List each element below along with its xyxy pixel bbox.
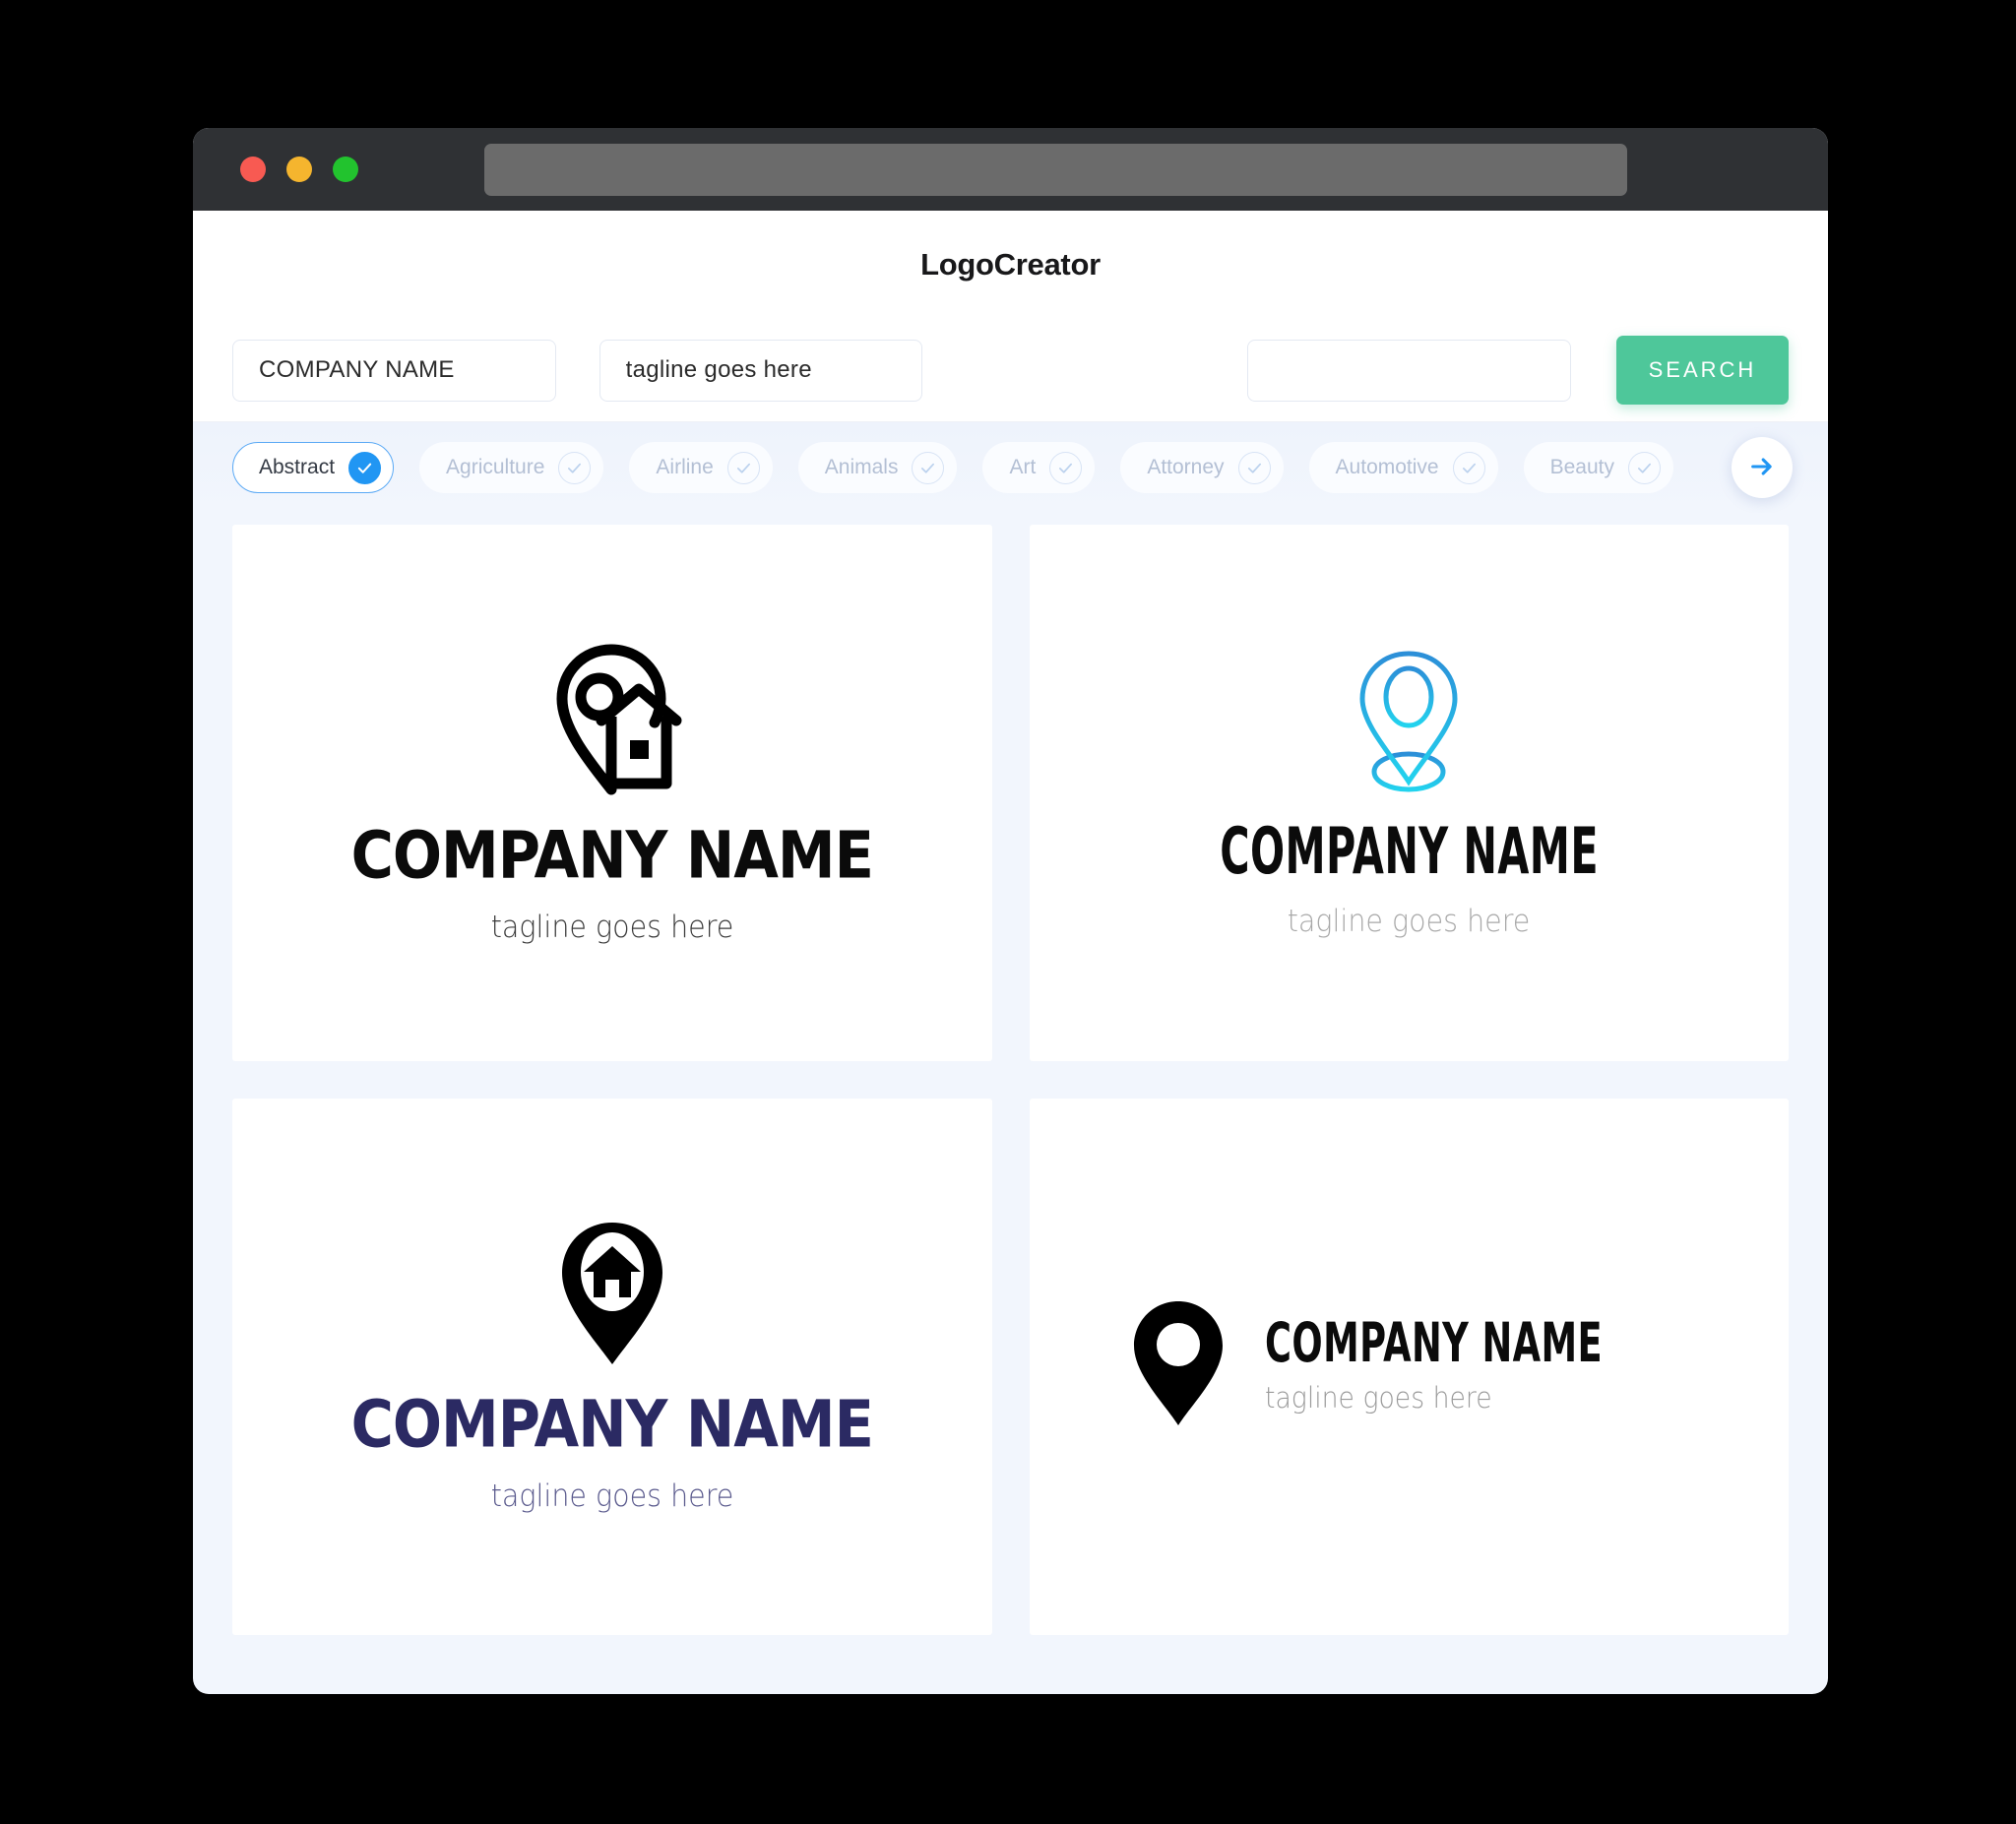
check-icon [726, 451, 760, 484]
check-icon [1237, 451, 1271, 484]
page-title: LogoCreator [920, 247, 1101, 282]
logo-card[interactable]: COMPANY NAME tagline goes here [232, 1099, 992, 1635]
check-icon [558, 451, 592, 484]
map-pin-house-solid-icon [558, 1221, 666, 1373]
category-label: Art [1009, 456, 1037, 478]
logo-company-name: COMPANY NAME [1264, 1310, 1603, 1374]
logo-card[interactable]: COMPANY NAME tagline goes here [232, 525, 992, 1061]
logo-preview: COMPANY NAME tagline goes here [350, 1221, 874, 1514]
browser-titlebar [193, 128, 1828, 211]
logo-tagline: tagline goes here [490, 1478, 734, 1514]
minimize-window-button[interactable] [286, 157, 312, 182]
address-bar[interactable] [484, 143, 1627, 196]
logo-tagline: tagline goes here [1287, 903, 1531, 939]
logo-text-block: COMPANY NAME tagline goes here [1264, 1315, 1687, 1415]
category-chip-airline[interactable]: Airline [629, 442, 773, 493]
map-pin-outline-gradient-icon [1349, 648, 1469, 802]
check-icon [1628, 451, 1661, 484]
category-label: Abstract [259, 456, 336, 478]
search-button[interactable]: SEARCH [1615, 336, 1789, 405]
check-icon [348, 451, 382, 484]
check-icon [1049, 451, 1083, 484]
logo-company-name: COMPANY NAME [350, 1385, 874, 1462]
category-label: Agriculture [446, 456, 545, 478]
logo-preview: COMPANY NAME tagline goes here [1131, 1299, 1687, 1434]
category-label: Beauty [1549, 456, 1614, 478]
category-label: Automotive [1335, 456, 1439, 478]
logo-preview: COMPANY NAME tagline goes here [1166, 648, 1652, 939]
category-chip-abstract[interactable]: Abstract [232, 442, 395, 493]
category-label: Attorney [1147, 456, 1225, 478]
category-chip-attorney[interactable]: Attorney [1120, 442, 1284, 493]
maximize-window-button[interactable] [333, 157, 358, 182]
search-toolbar: COMPANY NAME tagline goes here SEARCH [193, 319, 1828, 422]
category-chip-art[interactable]: Art [982, 442, 1096, 493]
logo-preview: COMPANY NAME tagline goes here [350, 642, 874, 945]
company-name-input[interactable]: COMPANY NAME [232, 339, 556, 402]
logo-card[interactable]: COMPANY NAME tagline goes here [1029, 1099, 1789, 1635]
map-pin-solid-icon [1131, 1299, 1226, 1434]
window-controls [240, 157, 358, 182]
logo-tagline: tagline goes here [490, 909, 734, 945]
map-pin-house-outline-icon [540, 642, 683, 804]
category-label: Airline [656, 456, 714, 478]
arrow-right-icon [1748, 453, 1776, 483]
next-categories-button[interactable] [1732, 437, 1793, 498]
logo-company-name: COMPANY NAME [350, 816, 874, 893]
category-chip-animals[interactable]: Animals [797, 442, 958, 493]
tagline-input[interactable]: tagline goes here [598, 339, 923, 402]
check-icon [912, 451, 945, 484]
browser-window: LogoCreator COMPANY NAME tagline goes he… [193, 128, 1828, 1694]
app-header: LogoCreator [193, 211, 1828, 319]
close-window-button[interactable] [240, 157, 266, 182]
logo-tagline: tagline goes here [1264, 1380, 1492, 1415]
logo-card[interactable]: COMPANY NAME tagline goes here [1029, 525, 1789, 1061]
logo-results-grid: COMPANY NAME tagline goes here COMPANY N… [193, 513, 1828, 1635]
logo-company-name: COMPANY NAME [1219, 814, 1599, 889]
category-chip-automotive[interactable]: Automotive [1308, 442, 1498, 493]
check-icon [1452, 451, 1485, 484]
keyword-input[interactable] [1247, 339, 1571, 402]
category-chip-agriculture[interactable]: Agriculture [419, 442, 604, 493]
category-label: Animals [824, 456, 899, 478]
category-filter-bar: Abstract Agriculture Airline Animals Art [193, 422, 1828, 513]
category-chip-beauty[interactable]: Beauty [1523, 442, 1673, 493]
